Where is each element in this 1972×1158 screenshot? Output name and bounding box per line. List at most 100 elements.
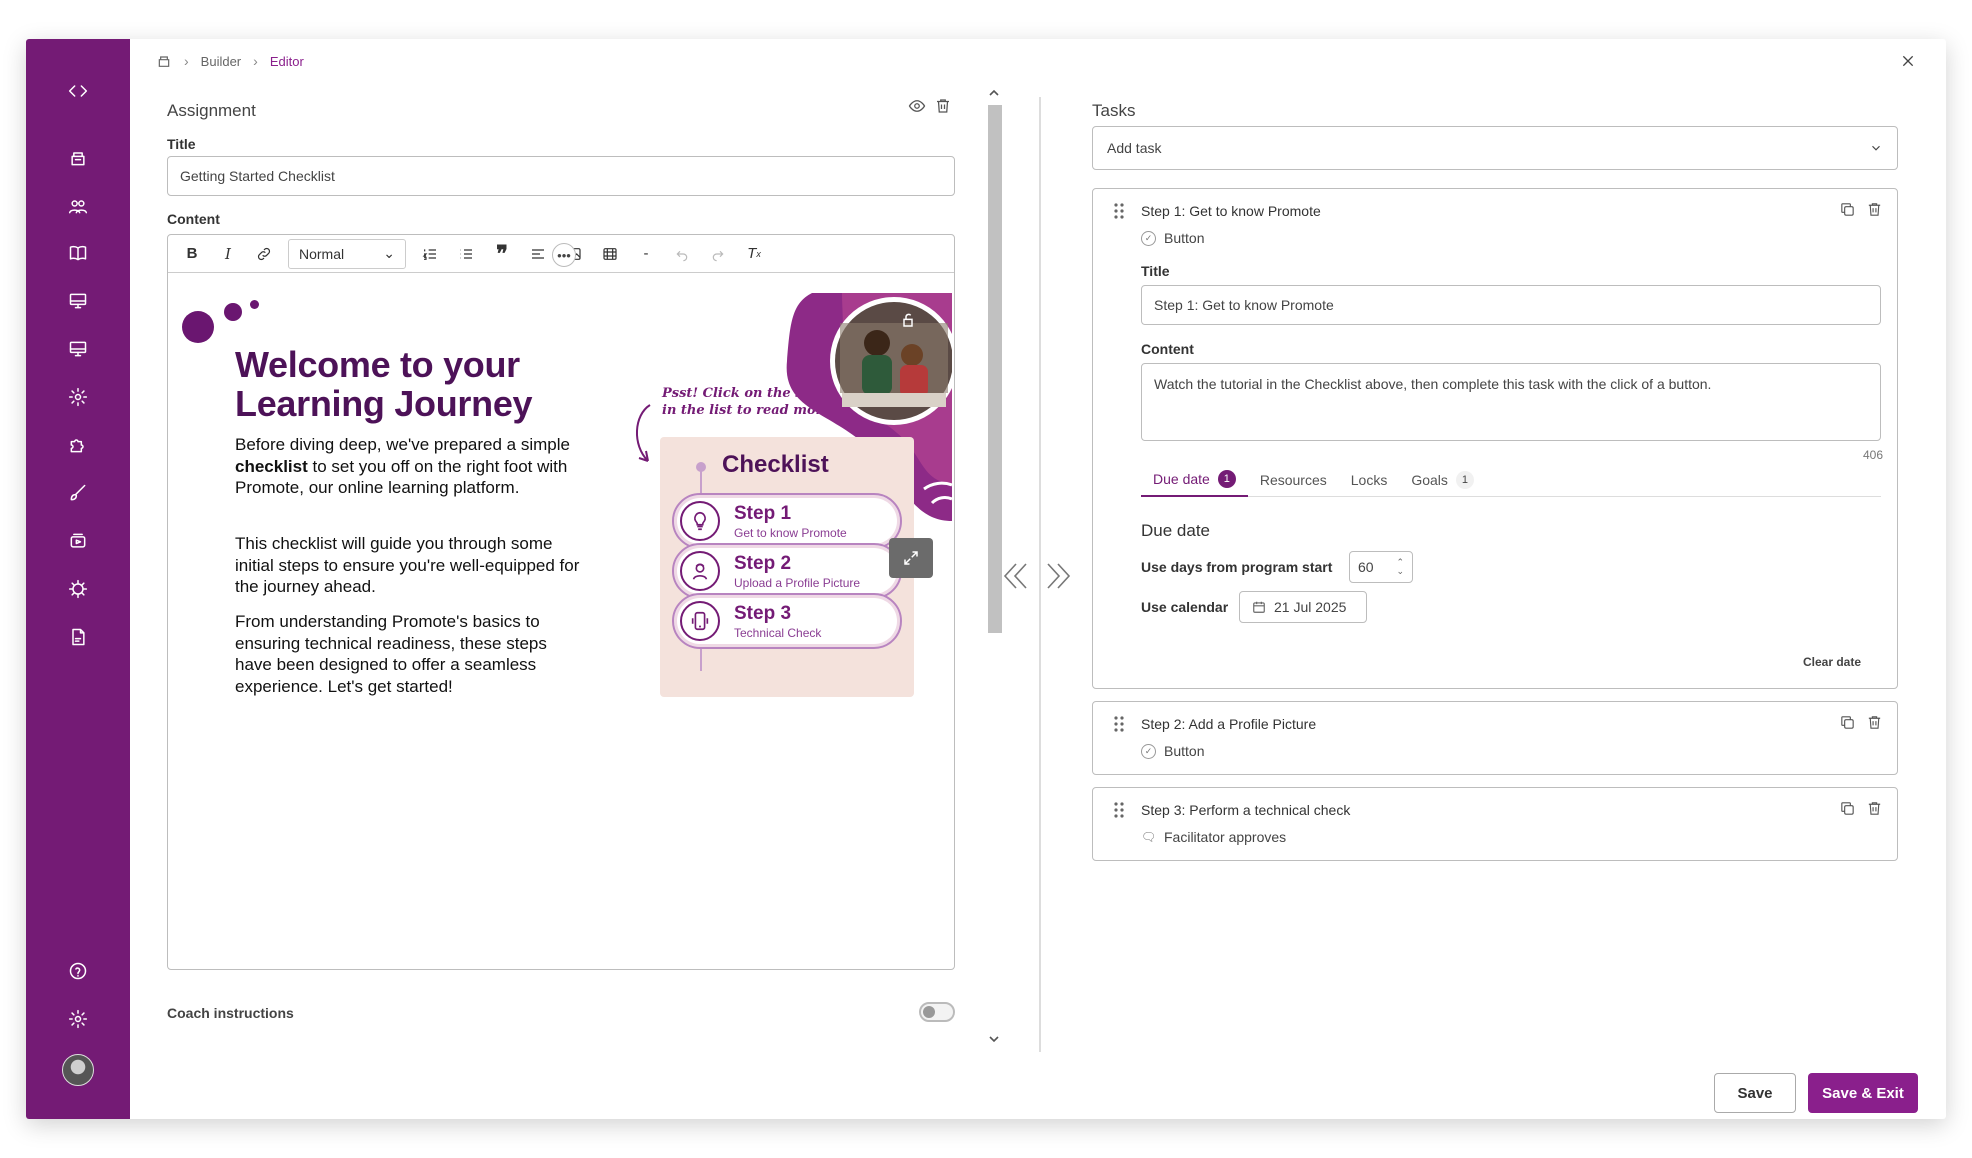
home-icon[interactable] (156, 53, 172, 69)
task-card-2[interactable]: Step 2: Add a Profile Picture ✓ Button (1092, 701, 1898, 775)
add-task-dropdown[interactable]: Add task (1092, 126, 1898, 170)
checklist-step-3[interactable]: Step 3 Technical Check (672, 593, 902, 649)
tab-goals-label: Goals (1411, 472, 1448, 488)
drag-handle-icon[interactable] (1113, 201, 1125, 221)
lock-open-icon[interactable] (900, 311, 916, 329)
copy-icon[interactable] (1839, 714, 1856, 736)
drag-handle-icon[interactable] (1113, 714, 1125, 734)
eye-icon[interactable] (908, 97, 926, 120)
expand-icon[interactable] (889, 538, 933, 578)
lightbulb-icon (680, 501, 720, 541)
char-count: 406 (1862, 448, 1883, 462)
more-options-icon[interactable]: ••• (552, 243, 576, 267)
tab-goals[interactable]: Goals 1 (1399, 463, 1486, 497)
task-title: Step 3: Perform a technical check (1141, 802, 1351, 818)
tab-locks[interactable]: Locks (1339, 463, 1400, 497)
clear-format-button[interactable]: Tx (738, 240, 770, 268)
para1-text: Before diving deep, we've prepared a sim… (235, 435, 570, 454)
decor-dot (250, 300, 259, 309)
step-title: Step 3 (734, 603, 792, 624)
days-label: Use days from program start (1141, 559, 1333, 575)
people-icon[interactable] (58, 188, 98, 224)
task-type: 🗨 Facilitator approves (1141, 829, 1286, 845)
home-icon[interactable] (58, 140, 98, 176)
copy-icon[interactable] (1839, 201, 1856, 223)
trash-icon[interactable] (1866, 714, 1883, 736)
monitor-icon[interactable] (58, 283, 98, 319)
task-content-textarea[interactable]: Watch the tutorial in the Checklist abov… (1141, 363, 1881, 441)
assignment-title: Assignment (167, 101, 256, 120)
collapse-right-icon[interactable] (1044, 559, 1074, 593)
stepper-arrows-icon[interactable]: ⌃ ⌄ (1396, 558, 1404, 576)
task-title-label: Title (1141, 263, 1170, 279)
app-window: › Builder › Editor Assignment Title Gett… (26, 39, 1946, 1119)
task-type-label: Button (1164, 743, 1205, 759)
days-stepper[interactable]: 60 ⌃ ⌄ (1349, 551, 1413, 583)
video-button[interactable] (594, 240, 626, 268)
scroll-down-icon[interactable] (987, 1033, 1001, 1045)
divider-button[interactable]: - (630, 240, 662, 268)
rich-text-editor[interactable]: B I Normal ⌄ ❞ - Tx ••• Welcome to your L… (167, 234, 955, 970)
trash-icon[interactable] (1866, 201, 1883, 223)
trash-icon[interactable] (1866, 800, 1883, 822)
copy-icon[interactable] (1839, 800, 1856, 822)
media-icon[interactable] (58, 523, 98, 559)
banner-heading-line1: Welcome to your (235, 344, 520, 385)
breadcrumb-builder[interactable]: Builder (201, 54, 241, 69)
drag-handle-icon[interactable] (1113, 800, 1125, 820)
bold-button[interactable]: B (176, 240, 208, 268)
breadcrumb-editor[interactable]: Editor (270, 54, 304, 69)
coach-instructions-toggle[interactable] (919, 1002, 955, 1022)
save-exit-button[interactable]: Save & Exit (1808, 1073, 1918, 1113)
italic-button[interactable]: I (212, 240, 244, 268)
task-content-label: Content (1141, 341, 1194, 357)
save-button[interactable]: Save (1714, 1073, 1796, 1113)
align-button[interactable] (522, 240, 554, 268)
step-title: Step 1 (734, 503, 792, 524)
redo-button[interactable] (702, 240, 734, 268)
close-icon[interactable] (1896, 49, 1920, 73)
checklist-step-2[interactable]: Step 2 Upload a Profile Picture (672, 543, 902, 599)
ordered-list-button[interactable] (414, 240, 446, 268)
bullet-list-button[interactable] (450, 240, 482, 268)
task-title-input[interactable]: Step 1: Get to know Promote (1141, 285, 1881, 325)
checklist-step-1[interactable]: Step 1 Get to know Promote (672, 493, 902, 549)
clear-date-button[interactable]: Clear date (1803, 655, 1861, 669)
book-icon[interactable] (58, 235, 98, 271)
tab-resources[interactable]: Resources (1248, 463, 1339, 497)
chevron-right-icon: › (184, 53, 189, 69)
brush-icon[interactable] (58, 475, 98, 511)
para1-bold: checklist (235, 456, 308, 476)
display-icon[interactable] (58, 331, 98, 367)
code-icon[interactable] (58, 73, 98, 109)
link-button[interactable] (248, 240, 280, 268)
decor-dot (182, 311, 214, 343)
collapse-left-icon[interactable] (1000, 559, 1030, 593)
quote-button[interactable]: ❞ (486, 240, 518, 268)
calendar-label: Use calendar (1141, 599, 1229, 615)
format-select-value: Normal (299, 245, 345, 262)
panel-divider (1039, 97, 1041, 1052)
trash-icon[interactable] (934, 97, 952, 120)
ai-icon[interactable] (58, 571, 98, 607)
task-card-3[interactable]: Step 3: Perform a technical check 🗨 Facil… (1092, 787, 1898, 861)
calendar-input[interactable]: 21 Jul 2025 (1239, 591, 1367, 623)
scroll-thumb[interactable] (988, 105, 1002, 633)
tab-due-date[interactable]: Due date 1 (1141, 463, 1248, 497)
task-card-1[interactable]: Step 1: Get to know Promote ✓ Button Titl… (1092, 188, 1898, 689)
avatar[interactable] (62, 1054, 94, 1086)
account-settings-icon[interactable] (58, 1001, 98, 1037)
format-select[interactable]: Normal ⌄ (288, 238, 406, 269)
title-input[interactable]: Getting Started Checklist (167, 156, 955, 196)
chevron-right-icon: › (253, 53, 258, 69)
curved-arrow-icon (635, 404, 651, 462)
undo-button[interactable] (666, 240, 698, 268)
calendar-icon (1253, 601, 1265, 613)
settings-gear-icon[interactable] (58, 379, 98, 415)
scroll-up-icon[interactable] (987, 87, 1001, 99)
puzzle-icon[interactable] (58, 427, 98, 463)
scrollbar[interactable] (985, 87, 1002, 1047)
document-icon[interactable] (58, 619, 98, 655)
help-icon[interactable] (58, 953, 98, 989)
tasks-title: Tasks (1092, 101, 1136, 120)
